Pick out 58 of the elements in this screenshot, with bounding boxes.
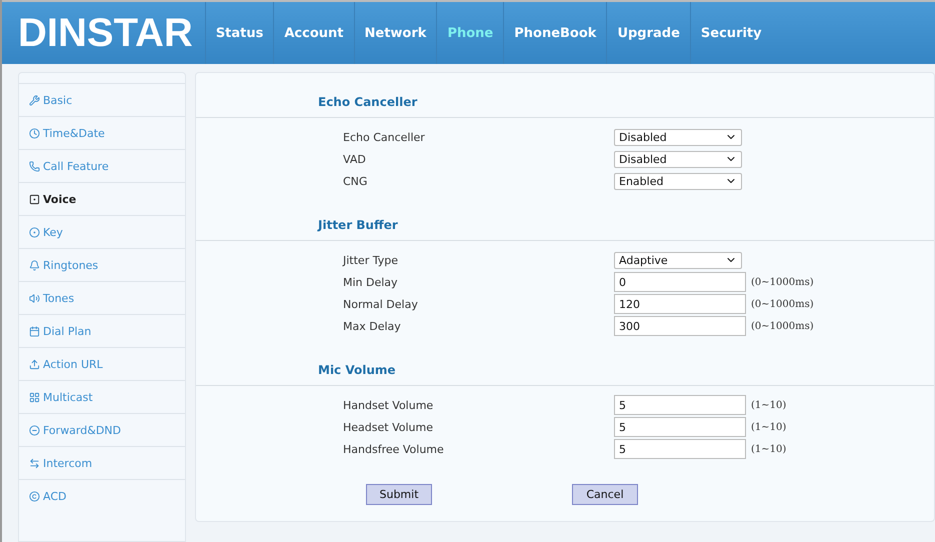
range-hint: (0~1000ms) bbox=[751, 320, 814, 332]
sidebar-item[interactable]: ACD bbox=[19, 479, 185, 512]
phone-icon bbox=[29, 160, 40, 172]
sidebar-item[interactable]: Intercom bbox=[19, 446, 185, 479]
speaker-icon bbox=[29, 292, 40, 304]
select-field[interactable]: Adaptive bbox=[614, 252, 742, 268]
input-field[interactable]: 5 bbox=[614, 439, 746, 459]
field-label: Max Delay bbox=[343, 320, 402, 332]
section-title: Echo Canceller bbox=[196, 89, 934, 118]
sidebar-item[interactable]: Forward&DND bbox=[19, 413, 185, 446]
sidebar-item[interactable]: Key bbox=[19, 215, 185, 248]
sidebar-item[interactable]: Dial Plan bbox=[19, 314, 185, 347]
field-label: Echo Canceller bbox=[343, 130, 426, 144]
upload-icon bbox=[29, 358, 40, 370]
sidebar-item[interactable]: Voice bbox=[19, 182, 185, 215]
select-field[interactable]: Disabled bbox=[614, 150, 742, 168]
field-label: VAD bbox=[343, 152, 367, 166]
input-field[interactable]: 5 bbox=[614, 417, 746, 437]
sidebar-item[interactable]: Multicast bbox=[19, 380, 185, 413]
sidebar-item[interactable]: Ringtones bbox=[19, 248, 185, 281]
field-label: CNG bbox=[343, 174, 368, 188]
sidebar-item[interactable]: Tones bbox=[19, 281, 185, 314]
target-icon bbox=[29, 226, 40, 238]
input-field[interactable]: 5 bbox=[614, 395, 746, 415]
field-label: Headset Volume bbox=[343, 420, 434, 434]
range-hint: (0~1000ms) bbox=[751, 298, 814, 310]
bell-icon bbox=[29, 260, 40, 270]
field-label: Min Delay bbox=[343, 276, 399, 288]
field-label: Handsfree Volume bbox=[343, 442, 445, 456]
minus-circle-icon bbox=[29, 424, 40, 436]
range-hint: (1~10) bbox=[751, 400, 786, 410]
form-button[interactable]: Cancel bbox=[572, 484, 638, 505]
select-field[interactable]: Enabled bbox=[614, 172, 742, 190]
sidebar-item[interactable]: Basic bbox=[19, 83, 185, 116]
field-label: Normal Delay bbox=[343, 298, 419, 310]
input-field[interactable]: 120 bbox=[614, 294, 746, 314]
grid-icon bbox=[29, 392, 40, 402]
form-button[interactable]: Submit bbox=[366, 484, 432, 505]
select-field[interactable]: Disabled bbox=[614, 128, 742, 146]
square-icon bbox=[29, 194, 40, 204]
input-field[interactable]: 300 bbox=[614, 316, 746, 336]
range-hint: (1~10) bbox=[751, 444, 786, 454]
section-title: Jitter Buffer bbox=[196, 212, 934, 241]
range-hint: (0~1000ms) bbox=[751, 276, 814, 288]
sidebar-item[interactable]: Call Feature bbox=[19, 149, 185, 182]
calendar-icon bbox=[29, 326, 40, 336]
wrench-icon bbox=[29, 94, 40, 106]
field-label: Handset Volume bbox=[343, 398, 434, 412]
sidebar-item[interactable]: Time&Date bbox=[19, 116, 185, 149]
clock-icon bbox=[29, 128, 40, 138]
input-field[interactable]: 0 bbox=[614, 272, 746, 292]
copyright-icon bbox=[29, 490, 40, 502]
field-label: Jitter Type bbox=[343, 254, 399, 266]
sidebar-item[interactable]: Action URL bbox=[19, 347, 185, 380]
arrows-icon bbox=[29, 458, 40, 468]
section-title: Mic Volume bbox=[196, 357, 934, 386]
range-hint: (1~10) bbox=[751, 422, 786, 432]
logo: DINSTAR bbox=[17, 10, 194, 56]
